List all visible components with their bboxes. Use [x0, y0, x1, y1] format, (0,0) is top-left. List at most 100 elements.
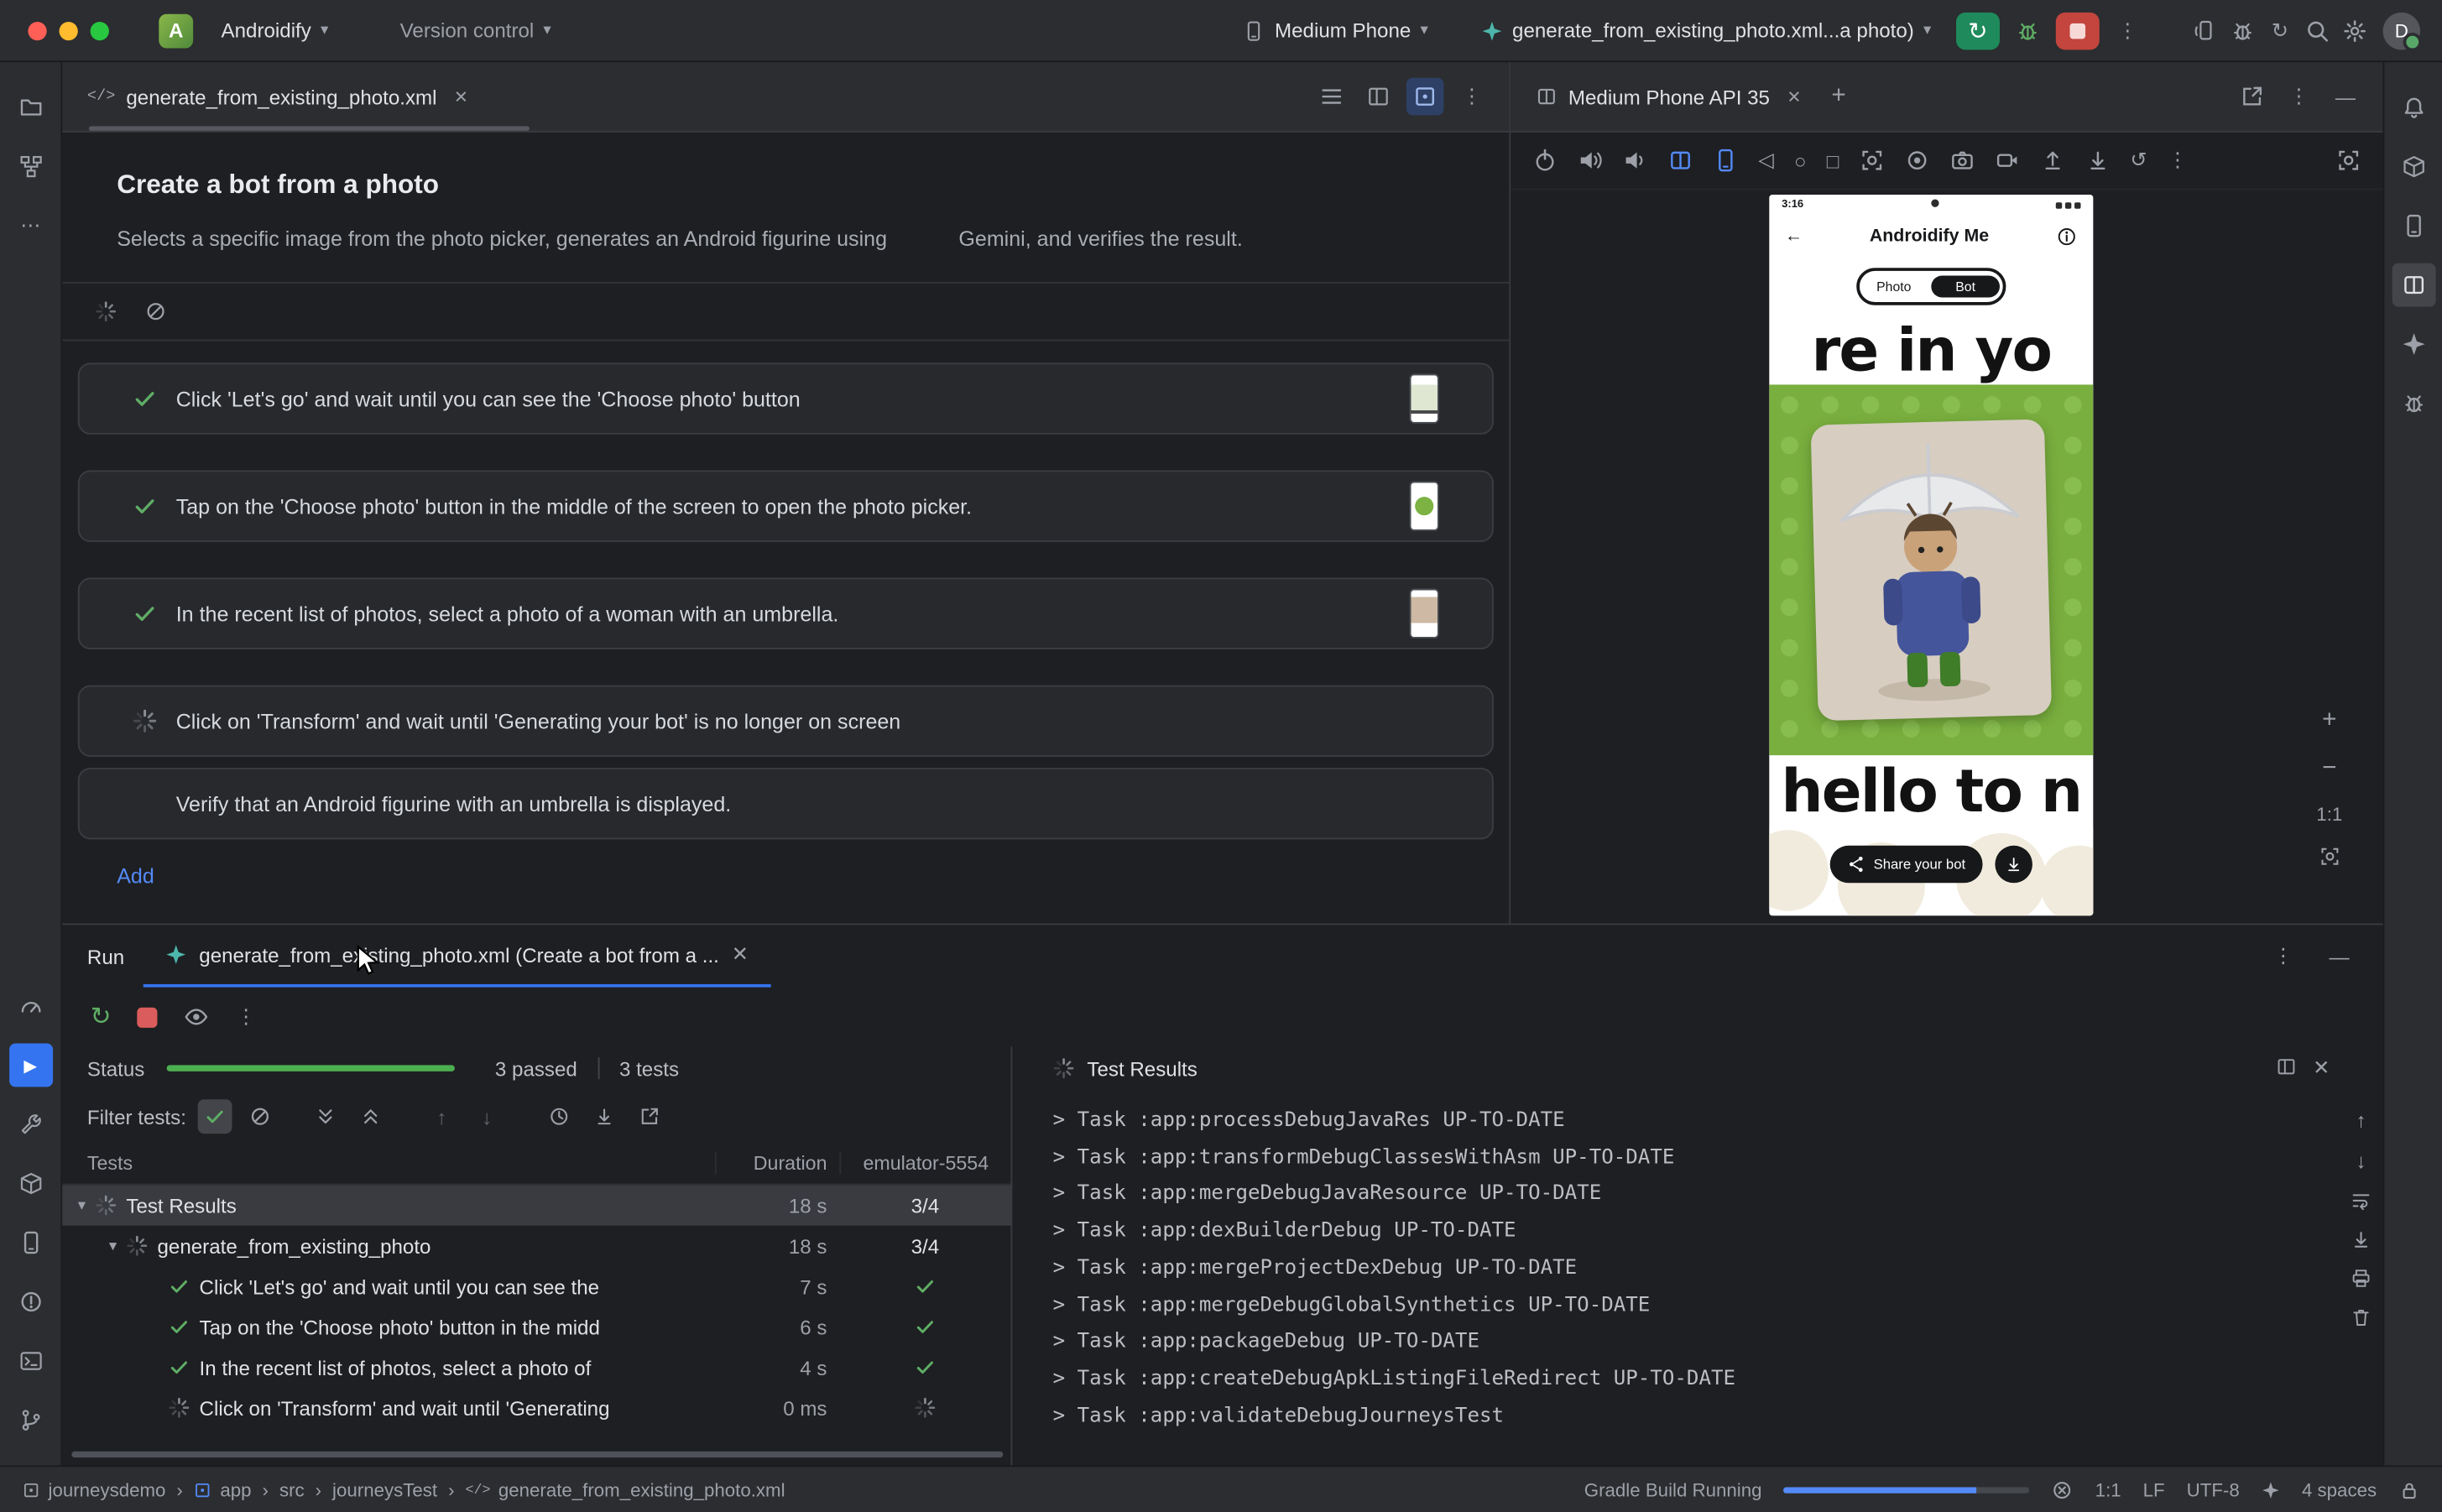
- close-tab-icon[interactable]: ✕: [1787, 86, 1801, 107]
- vcs-widget[interactable]: Version control ▾: [384, 8, 566, 52]
- device-more-icon[interactable]: ⋮: [2168, 148, 2188, 173]
- open-in-window-icon[interactable]: [2233, 78, 2271, 116]
- journey-step[interactable]: Tap on the 'Choose photo' button in the …: [78, 470, 1494, 541]
- terminal-icon[interactable]: [8, 1339, 52, 1383]
- back-arrow-icon[interactable]: ←: [1785, 227, 1803, 245]
- cancel-run-icon[interactable]: [145, 300, 167, 322]
- gemini-icon[interactable]: [2224, 12, 2262, 50]
- run-panel-more-icon[interactable]: ⋮: [2264, 937, 2302, 975]
- screen-record-icon[interactable]: [1904, 148, 1929, 173]
- table-row[interactable]: ▾ generate_from_existing_photo 18 s 3/4: [62, 1226, 1010, 1266]
- posture-icon[interactable]: [1713, 148, 1738, 173]
- volume-up-icon[interactable]: [1578, 148, 1603, 173]
- scroll-up-icon[interactable]: ↑: [2356, 1108, 2366, 1132]
- export-tests-button[interactable]: [632, 1099, 666, 1134]
- tab-scrollbar[interactable]: [89, 126, 530, 131]
- video-icon[interactable]: [1995, 148, 2020, 173]
- chevron-down-icon[interactable]: ▾: [109, 1238, 117, 1254]
- toggle-bot[interactable]: Bot: [1931, 275, 2000, 297]
- minimize-window-button[interactable]: [60, 21, 78, 39]
- watch-options-icon[interactable]: [185, 1004, 210, 1030]
- line-separator[interactable]: LF: [2143, 1478, 2165, 1500]
- overview-icon[interactable]: □: [1827, 149, 1839, 172]
- device-selector[interactable]: Medium Phone ▾: [1228, 8, 1443, 52]
- run-tab[interactable]: generate_from_existing_photo.xml (Create…: [143, 925, 770, 987]
- breadcrumb-file[interactable]: </> generate_from_existing_photo.xml: [466, 1478, 785, 1500]
- share-bot-button[interactable]: Share your bot: [1830, 846, 1983, 884]
- editor-more-icon[interactable]: ⋮: [1453, 78, 1491, 116]
- device-manager-icon[interactable]: [2392, 204, 2435, 248]
- collapse-all-button[interactable]: [353, 1099, 388, 1134]
- hide-panel-icon[interactable]: —: [2327, 78, 2365, 116]
- pull-file-icon[interactable]: [2085, 148, 2111, 173]
- print-icon[interactable]: [2351, 1268, 2372, 1290]
- home-icon[interactable]: ○: [1794, 149, 1807, 172]
- back-icon[interactable]: ◁: [1758, 148, 1774, 173]
- table-row[interactable]: In the recent list of photos, select a p…: [62, 1347, 1010, 1387]
- design-view-icon[interactable]: [1406, 78, 1444, 116]
- code-view-icon[interactable]: [1313, 78, 1351, 116]
- step-thumbnail[interactable]: [1410, 481, 1439, 530]
- journey-step[interactable]: Verify that an Android figurine with an …: [78, 768, 1494, 839]
- search-everywhere-button[interactable]: [2299, 12, 2336, 50]
- zoom-out-button[interactable]: −: [2322, 755, 2336, 783]
- indent-setting[interactable]: 4 spaces: [2302, 1478, 2377, 1500]
- push-file-icon[interactable]: [2040, 148, 2065, 173]
- test-history-button[interactable]: [541, 1099, 576, 1134]
- table-row[interactable]: ▾ Test Results 18 s 3/4: [62, 1185, 1010, 1225]
- add-device-tab-button[interactable]: +: [1820, 78, 1858, 116]
- zoom-level[interactable]: 1:1: [2316, 804, 2342, 826]
- avatar[interactable]: D: [2383, 12, 2421, 50]
- clear-all-icon[interactable]: [2351, 1306, 2372, 1328]
- run-toolbar-more-icon[interactable]: ⋮: [236, 1004, 256, 1030]
- device-tab[interactable]: Medium Phone API 35 ✕: [1511, 62, 1820, 131]
- chevron-down-icon[interactable]: ▾: [78, 1197, 86, 1213]
- table-row[interactable]: Click on 'Transform' and wait until 'Gen…: [62, 1388, 1010, 1428]
- snapshot-restore-icon[interactable]: ↺: [2130, 148, 2147, 173]
- rerun-button[interactable]: ↻: [1956, 12, 2000, 50]
- fullscreen-icon[interactable]: [2336, 148, 2361, 173]
- more-actions-button[interactable]: ⋮: [2109, 12, 2147, 50]
- device-streaming-icon[interactable]: [2187, 12, 2225, 50]
- soft-wrap-icon[interactable]: [2351, 1190, 2372, 1212]
- running-devices-icon[interactable]: [2392, 263, 2435, 307]
- file-encoding[interactable]: UTF-8: [2187, 1478, 2240, 1500]
- run-tool-icon[interactable]: ▶: [8, 1043, 52, 1087]
- rerun-tests-button[interactable]: ↻: [91, 1001, 112, 1032]
- step-thumbnail[interactable]: [1410, 589, 1439, 639]
- power-icon[interactable]: [1532, 148, 1558, 173]
- app-quality-insights-icon[interactable]: [2392, 382, 2435, 425]
- gradle-icon[interactable]: [2392, 145, 2435, 189]
- import-tests-button[interactable]: [587, 1099, 621, 1134]
- caret-position[interactable]: 1:1: [2095, 1478, 2121, 1500]
- step-thumbnail[interactable]: [1410, 373, 1439, 423]
- info-icon[interactable]: [2056, 225, 2078, 247]
- maximize-window-button[interactable]: [91, 21, 109, 39]
- breadcrumb-src[interactable]: src: [279, 1478, 305, 1500]
- table-row[interactable]: Click 'Let's go' and wait until you can …: [62, 1266, 1010, 1306]
- structure-icon[interactable]: [8, 145, 52, 189]
- journey-step[interactable]: Click 'Let's go' and wait until you can …: [78, 362, 1494, 434]
- breadcrumb-project[interactable]: journeysdemo: [22, 1478, 165, 1500]
- cancel-build-icon[interactable]: [2052, 1478, 2074, 1500]
- notifications-icon[interactable]: [2392, 86, 2435, 129]
- journey-step[interactable]: In the recent list of photos, select a p…: [78, 578, 1494, 649]
- close-tab-icon[interactable]: ✕: [454, 86, 468, 107]
- previous-occurrence-button[interactable]: ↑: [425, 1099, 459, 1134]
- star-icon[interactable]: [2262, 1480, 2280, 1499]
- gemini-star-icon[interactable]: [2392, 322, 2435, 366]
- stop-tests-button[interactable]: [138, 1007, 158, 1027]
- next-occurrence-button[interactable]: ↓: [470, 1099, 504, 1134]
- volume-down-icon[interactable]: [1623, 148, 1648, 173]
- breadcrumb-app[interactable]: app: [194, 1478, 252, 1500]
- hide-panel-icon[interactable]: —: [2320, 937, 2358, 975]
- device-explorer-icon[interactable]: [8, 1221, 52, 1264]
- scroll-down-icon[interactable]: ↓: [2356, 1150, 2366, 1173]
- device-panel-more-icon[interactable]: ⋮: [2280, 78, 2318, 116]
- bot-figurine-card[interactable]: [1811, 419, 2053, 721]
- version-control-icon[interactable]: [8, 1399, 52, 1442]
- close-tab-icon[interactable]: ✕: [732, 942, 749, 967]
- split-view-icon[interactable]: [1359, 78, 1397, 116]
- console-layout-icon[interactable]: [2276, 1056, 2298, 1081]
- project-selector[interactable]: Androidify ▾: [206, 8, 344, 52]
